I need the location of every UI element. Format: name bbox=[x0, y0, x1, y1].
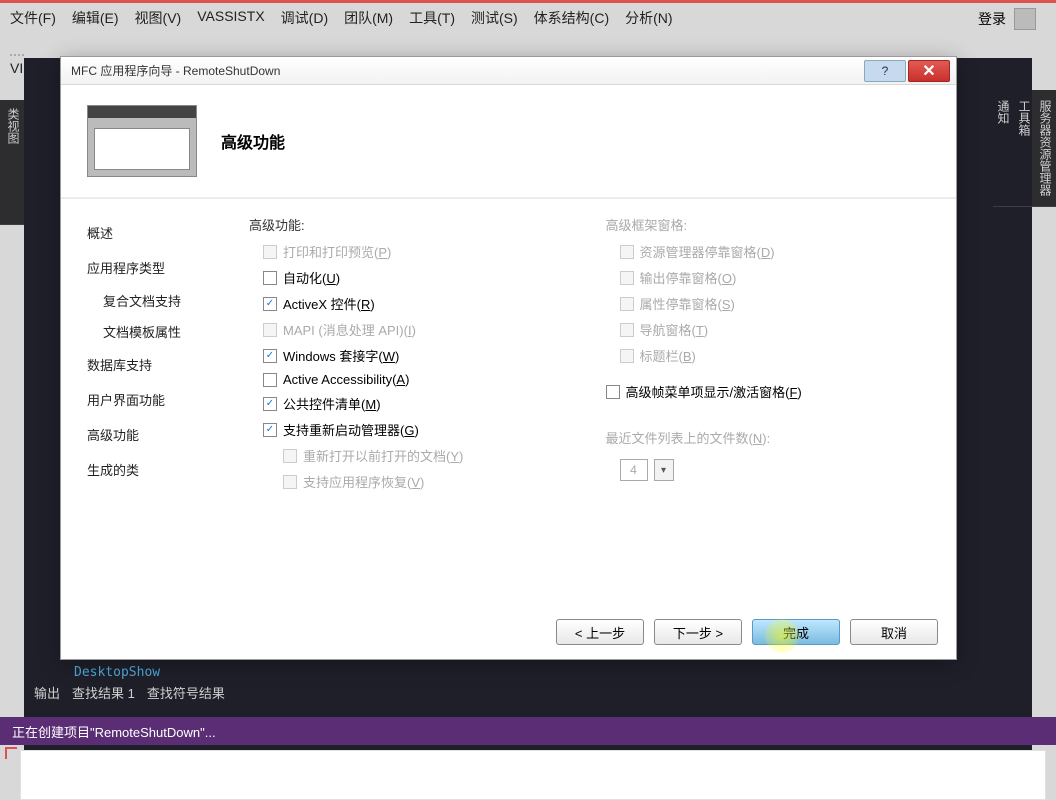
next-button[interactable]: 下一步 > bbox=[654, 619, 742, 645]
checkbox bbox=[620, 297, 634, 311]
menu-item[interactable]: 团队(M) bbox=[344, 8, 393, 28]
checkbox bbox=[283, 449, 297, 463]
advanced-frame-panes-label: 高级框架窗格: bbox=[606, 215, 933, 234]
recent-files-value: 4 bbox=[620, 459, 648, 481]
close-button[interactable]: ✕ bbox=[908, 60, 950, 82]
checkbox-label: Windows 套接字(W) bbox=[283, 346, 399, 365]
wizard-nav: 概述应用程序类型复合文档支持文档模板属性数据库支持用户界面功能高级功能生成的类 bbox=[85, 215, 225, 583]
right-rail-tab[interactable]: 通知 bbox=[993, 90, 1014, 207]
checkbox bbox=[620, 271, 634, 285]
wizard-nav-subitem[interactable]: 复合文档支持 bbox=[85, 285, 225, 316]
dialog-titlebar[interactable]: MFC 应用程序向导 - RemoteShutDown ? ✕ bbox=[61, 57, 956, 85]
main-menubar: 文件(F) 编辑(E) 视图(V) VASSISTX 调试(D) 团队(M) 工具(T) 测试… bbox=[10, 8, 1046, 52]
checkbox-label: 重新打开以前打开的文档(Y) bbox=[303, 446, 463, 465]
checkbox bbox=[620, 323, 634, 337]
checkbox-label: MAPI (消息处理 API)(I) bbox=[283, 320, 416, 339]
advanced-features-label: 高级功能: bbox=[249, 215, 576, 234]
recent-files-dropdown: ▾ bbox=[654, 459, 674, 481]
dialog-title: MFC 应用程序向导 - RemoteShutDown bbox=[71, 62, 862, 79]
menu-item[interactable]: 编辑(E) bbox=[72, 8, 119, 28]
menu-item[interactable]: 视图(V) bbox=[135, 8, 182, 28]
output-tabs: 输出查找结果 1 查找符号结果 bbox=[24, 677, 235, 708]
wizard-thumbnail-icon bbox=[87, 105, 197, 177]
prev-button[interactable]: < 上一步 bbox=[556, 619, 644, 645]
checkbox-label: 高级帧菜单项显示/激活窗格(F) bbox=[626, 382, 802, 401]
menu-item[interactable]: 测试(S) bbox=[471, 8, 518, 28]
checkbox[interactable] bbox=[606, 385, 620, 399]
wizard-nav-item[interactable]: 用户界面功能 bbox=[85, 382, 225, 417]
checkbox[interactable] bbox=[263, 423, 277, 437]
menu-item[interactable]: 工具(T) bbox=[409, 8, 455, 28]
cancel-button[interactable]: 取消 bbox=[850, 619, 938, 645]
left-rail-tab[interactable]: 类视图 bbox=[3, 100, 24, 225]
checkbox-label: 标题栏(B) bbox=[640, 346, 696, 365]
checkbox[interactable] bbox=[263, 397, 277, 411]
wizard-dialog: MFC 应用程序向导 - RemoteShutDown ? ✕ 高级功能 概述应… bbox=[60, 56, 957, 660]
checkbox bbox=[263, 245, 277, 259]
bottom-tab[interactable]: 输出 bbox=[34, 683, 60, 702]
checkbox bbox=[620, 349, 634, 363]
bottom-tab[interactable]: 查找符号结果 bbox=[147, 683, 225, 702]
bottom-tab[interactable]: 查找结果 1 bbox=[72, 683, 135, 702]
app-top-accent bbox=[0, 0, 1056, 3]
left-rail-tab[interactable]: 属性管理器 bbox=[0, 100, 3, 225]
wizard-nav-subitem[interactable]: 文档模板属性 bbox=[85, 316, 225, 347]
wizard-nav-item[interactable]: 概述 bbox=[85, 215, 225, 250]
user-icon[interactable] bbox=[1014, 8, 1036, 30]
wizard-page-title: 高级功能 bbox=[221, 129, 285, 153]
checkbox-label: 支持应用程序恢复(V) bbox=[303, 472, 424, 491]
wizard-nav-item[interactable]: 高级功能 bbox=[85, 417, 225, 452]
checkbox bbox=[620, 245, 634, 259]
checkbox[interactable] bbox=[263, 373, 277, 387]
checkbox-label: Active Accessibility(A) bbox=[283, 372, 409, 387]
menu-item[interactable]: 分析(N) bbox=[625, 8, 672, 28]
menu-item[interactable]: 体系结构(C) bbox=[534, 8, 609, 28]
login-link[interactable]: 登录 bbox=[978, 9, 1006, 29]
wizard-nav-item[interactable]: 应用程序类型 bbox=[85, 250, 225, 285]
checkbox-label: 自动化(U) bbox=[283, 268, 340, 287]
left-tool-rail: 类视图属性管理器资源视图团队资源管理器解决方案资源管理器 bbox=[0, 100, 24, 225]
menu-item[interactable]: 文件(F) bbox=[10, 8, 56, 28]
recent-files-label: 最近文件列表上的文件数(N): bbox=[606, 428, 933, 447]
help-button[interactable]: ? bbox=[864, 60, 906, 82]
menu-item[interactable]: VASSISTX bbox=[197, 8, 264, 28]
checkbox-label: ActiveX 控件(R) bbox=[283, 294, 375, 313]
checkbox-label: 打印和打印预览(P) bbox=[283, 242, 391, 261]
checkbox-label: 导航窗格(T) bbox=[640, 320, 709, 339]
bottom-panel bbox=[20, 750, 1046, 800]
checkbox bbox=[263, 323, 277, 337]
checkbox[interactable] bbox=[263, 297, 277, 311]
finish-button[interactable]: 完成 bbox=[752, 619, 840, 645]
right-tool-rail: 服务器资源管理器工具箱通知 bbox=[1032, 90, 1056, 207]
checkbox-label: 输出停靠窗格(O) bbox=[640, 268, 737, 287]
right-rail-tab[interactable]: 工具箱 bbox=[1014, 90, 1035, 207]
checkbox[interactable] bbox=[263, 271, 277, 285]
checkbox[interactable] bbox=[263, 349, 277, 363]
status-bar: 正在创建项目"RemoteShutDown"... bbox=[0, 717, 1056, 745]
right-rail-tab[interactable]: 服务器资源管理器 bbox=[1035, 90, 1056, 207]
checkbox-label: 公共控件清单(M) bbox=[283, 394, 381, 413]
wizard-nav-item[interactable]: 生成的类 bbox=[85, 452, 225, 487]
status-text: 正在创建项目"RemoteShutDown"... bbox=[12, 722, 216, 741]
menu-item[interactable]: 调试(D) bbox=[281, 8, 328, 28]
checkbox-label: 资源管理器停靠窗格(D) bbox=[640, 242, 775, 261]
checkbox bbox=[283, 475, 297, 489]
wizard-nav-item[interactable]: 数据库支持 bbox=[85, 347, 225, 382]
checkbox-label: 属性停靠窗格(S) bbox=[640, 294, 735, 313]
checkbox-label: 支持重新启动管理器(G) bbox=[283, 420, 419, 439]
